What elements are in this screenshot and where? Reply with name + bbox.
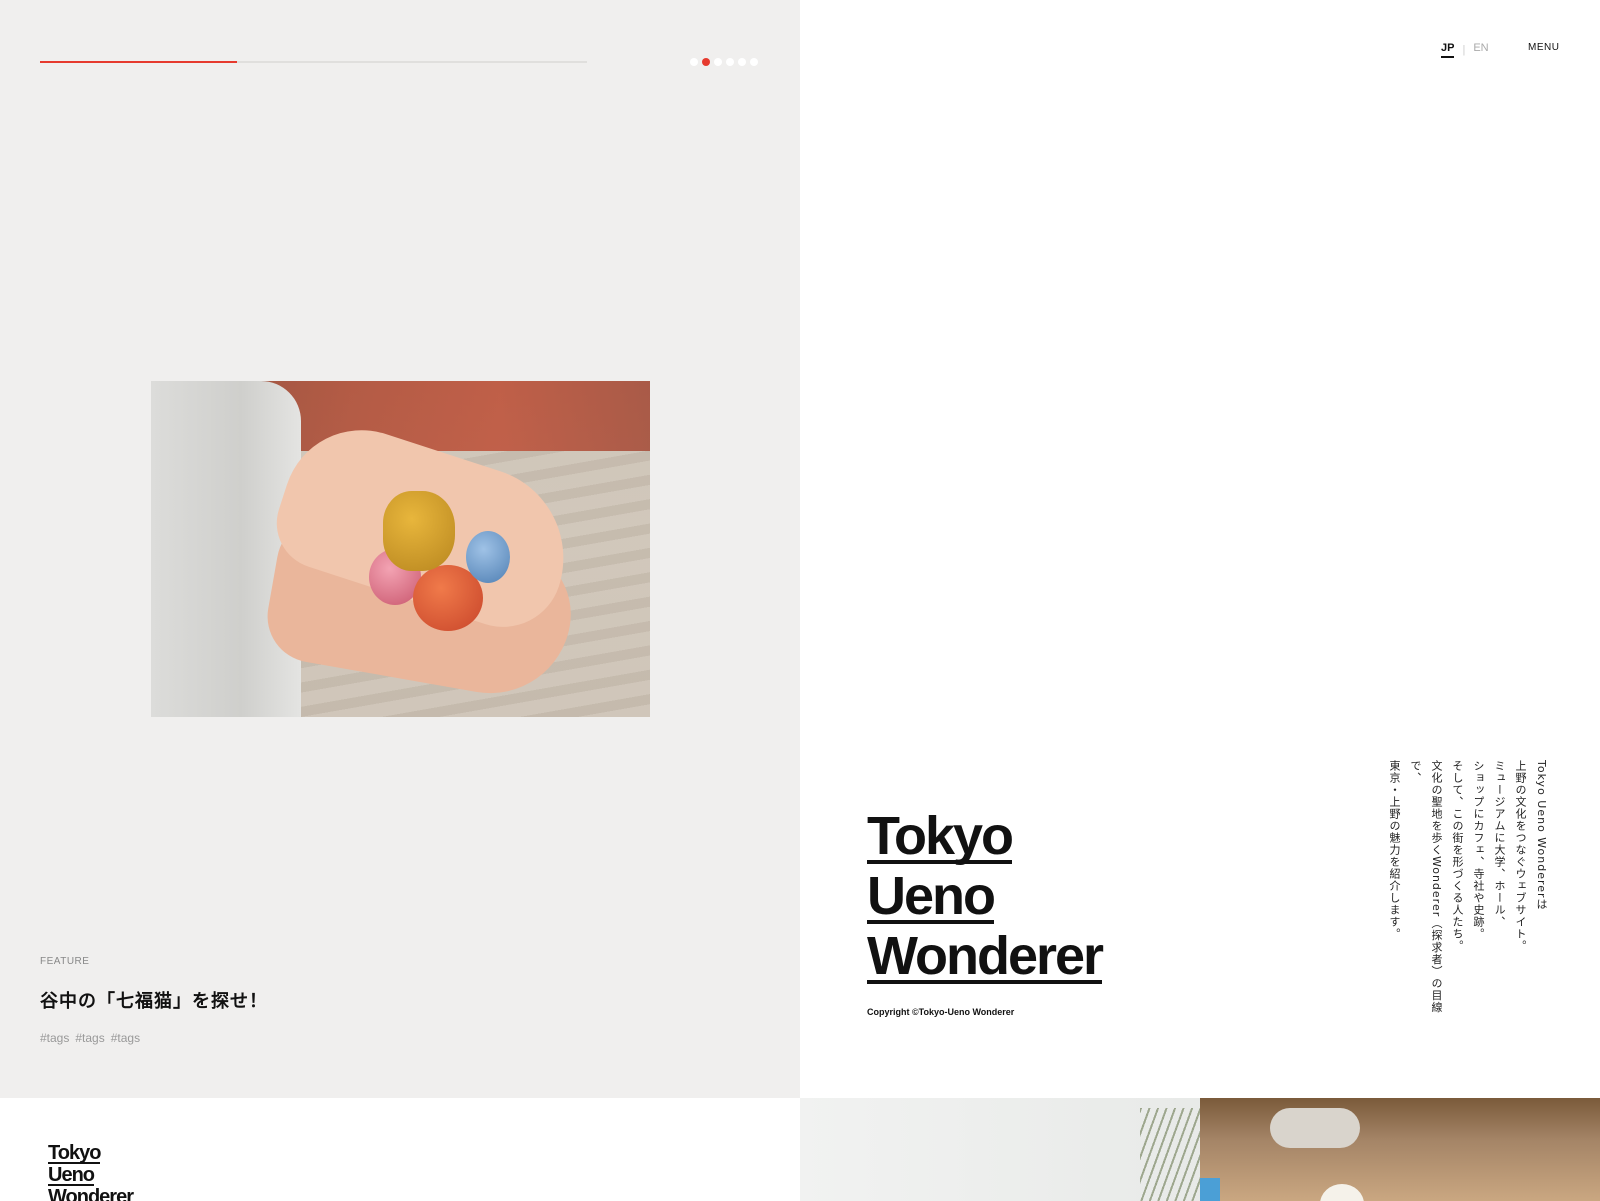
feature-panel: FEATURE 谷中の「七福猫」を探せ！ #tags #tags #tags [0,0,800,1098]
language-switcher: JP | EN [1441,42,1489,58]
feature-title[interactable]: 谷中の「七福猫」を探せ！ [40,987,268,1013]
tag-link[interactable]: #tags [111,1031,140,1045]
logo-line: Tokyo [48,1142,101,1164]
slide-dot[interactable] [690,58,698,66]
feature-meta: FEATURE 谷中の「七福猫」を探せ！ #tags #tags #tags [40,956,268,1045]
feature-image[interactable] [151,381,650,717]
slide-pagination [690,58,758,66]
photo-blue-sign [1200,1178,1220,1201]
tag-link[interactable]: #tags [75,1031,104,1045]
copyright-text: Copyright ©Tokyo-Ueno Wonderer [867,1007,1015,1017]
intro-line: Tokyo Ueno Wondererは [1535,760,1548,911]
logo-line: Ueno [867,866,996,926]
slide-dot[interactable] [726,58,734,66]
slide-dot[interactable] [702,58,710,66]
logo-line: Ueno [48,1164,95,1186]
feature-tags: #tags #tags #tags [40,1031,268,1045]
logo-line: Wonderer [48,1187,134,1201]
slide-progress-bar [40,61,587,63]
site-logo[interactable]: Tokyo Ueno Wonderer [867,806,1104,992]
photo-cafe-interior [1200,1098,1600,1201]
intro-line: 東京・上野の魅力を紹介します。 [1388,760,1401,940]
photo-duct [1270,1108,1360,1148]
feature-category: FEATURE [40,956,90,967]
intro-line: そして、この街を形づくる人たち。 [1451,760,1464,952]
intro-vertical-text: Tokyo Ueno Wondererは 上野の文化をつなぐウェブサイト。 ミュ… [1384,760,1552,1030]
slide-progress-fill [40,61,237,63]
lang-en-button[interactable]: EN [1473,42,1488,58]
intro-line: ショップにカフェ、寺社や史跡。 [1472,760,1485,940]
slide-dot[interactable] [714,58,722,66]
next-section-image[interactable] [800,1098,1600,1201]
intro-line: 上野の文化をつなぐウェブサイト。 [1514,760,1527,952]
intro-line: ミュージアムに大学、ホール、 [1493,760,1506,928]
slide-dot[interactable] [750,58,758,66]
intro-line: 文化の聖地を歩くWonderer（探求者）の目線で、 [1409,760,1443,1014]
logo-line: Tokyo [867,806,1014,866]
slide-dot[interactable] [738,58,746,66]
photo-cloth-ball [466,531,510,583]
logo-line: Wonderer [867,926,1104,986]
menu-button[interactable]: MENU [1528,42,1559,53]
site-logo-small[interactable]: Tokyo Ueno Wonderer [48,1142,134,1201]
tag-link[interactable]: #tags [40,1031,69,1045]
lang-jp-button[interactable]: JP [1441,42,1455,58]
lang-divider: | [1462,44,1466,56]
photo-cloth-pouch [383,491,455,571]
